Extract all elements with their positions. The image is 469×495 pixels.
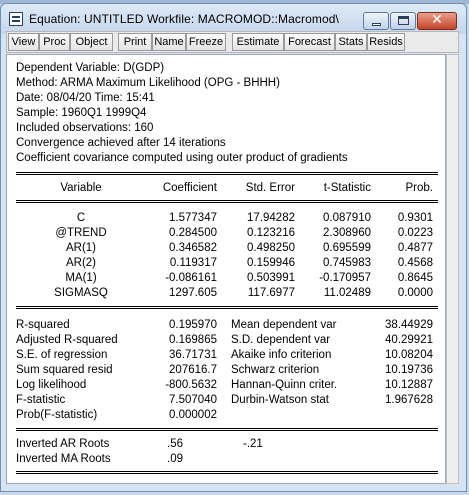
stat-label: R-squared (16, 319, 70, 331)
coefficient-value: 0.346582 (169, 242, 217, 254)
resids-button[interactable]: Resids (367, 33, 405, 51)
stat-value: 0.195970 (169, 319, 217, 331)
covariance-line: Coefficient covariance computed using ou… (16, 152, 348, 164)
stat-value: 10.08204 (385, 349, 433, 361)
window-bottom-edge (6, 484, 459, 488)
view-button[interactable]: View (8, 33, 39, 51)
close-button[interactable]: ✕ (417, 12, 457, 30)
title-bar[interactable]: Equation: UNTITLED Workfile: MACROMOD::M… (1, 4, 466, 34)
ma-root-value: .09 (167, 453, 183, 465)
table-rule (16, 428, 438, 429)
variable-name: C (76, 212, 86, 224)
stat-label: Hannan-Quinn criter. (231, 379, 338, 391)
ar-root-value: -.21 (243, 438, 263, 450)
maximize-icon (398, 16, 409, 25)
object-button[interactable]: Object (70, 33, 113, 51)
stat-value: 40.29921 (385, 334, 433, 346)
coefficient-value: -0.086161 (165, 272, 217, 284)
vertical-scrollbar[interactable] (446, 54, 459, 484)
ar-root-value: .56 (167, 438, 183, 450)
variable-name: AR(1) (65, 242, 97, 254)
inverted-ma-roots-label: Inverted MA Roots (16, 453, 111, 465)
stat-value: 1.967628 (385, 394, 433, 406)
prob-value: 0.0000 (397, 287, 433, 299)
table-rule (16, 473, 438, 474)
name-button[interactable]: Name (152, 33, 186, 51)
stat-value: 10.19736 (385, 364, 433, 376)
stat-label: Mean dependent var (231, 319, 337, 331)
table-rule (16, 174, 438, 175)
stat-value: 0.169865 (169, 334, 217, 346)
coefficient-value: 1297.605 (169, 287, 217, 299)
coefficient-value: 0.119317 (169, 257, 217, 269)
column-header-variable: Variable (60, 182, 102, 194)
std-error-value: 0.498250 (247, 242, 295, 254)
coefficient-value: 0.284500 (169, 227, 217, 239)
std-error-value: 17.94282 (247, 212, 295, 224)
equation-window-icon[interactable] (9, 12, 23, 26)
stat-label: Schwarz criterion (231, 364, 320, 376)
stat-value: -800.5632 (165, 379, 217, 391)
minimize-button[interactable] (363, 12, 389, 30)
variable-name: AR(2) (65, 257, 97, 269)
table-rule (16, 430, 438, 431)
stat-label: Log likelihood (16, 379, 87, 391)
stat-value: 10.12887 (385, 379, 433, 391)
inverted-ar-roots-label: Inverted AR Roots (16, 438, 110, 450)
window-title: Equation: UNTITLED Workfile: MACROMOD::M… (29, 12, 339, 26)
stat-label: F-statistic (16, 394, 66, 406)
print-button[interactable]: Print (118, 33, 152, 51)
observations-line: Included observations: 160 (16, 122, 154, 134)
stat-label: Sum squared resid (16, 364, 113, 376)
table-rule (16, 202, 438, 203)
table-rule (16, 471, 438, 472)
maximize-button[interactable] (390, 12, 416, 30)
column-header-coefficient: Coefficient (162, 182, 217, 194)
freeze-button[interactable]: Freeze (186, 33, 226, 51)
close-icon: ✕ (431, 12, 443, 28)
stat-label: Akaike info criterion (231, 349, 332, 361)
method-line: Method: ARMA Maximum Likelihood (OPG - B… (16, 77, 280, 89)
stat-value: 207616.7 (169, 364, 217, 376)
table-rule (16, 172, 438, 173)
prob-value: 0.9301 (397, 212, 433, 224)
stat-value: 36.71731 (169, 349, 217, 361)
stat-value: 38.44929 (385, 319, 433, 331)
dependent-variable-line: Dependent Variable: D(GDP) (16, 62, 165, 74)
column-header-std-error: Std. Error (245, 182, 295, 194)
prob-value: 0.8645 (397, 272, 433, 284)
std-error-value: 0.123216 (247, 227, 295, 239)
table-rule (16, 306, 438, 307)
prob-value: 0.0223 (397, 227, 433, 239)
column-header-prob: Prob. (405, 182, 434, 194)
convergence-line: Convergence achieved after 14 iterations (16, 137, 226, 149)
stat-label: S.D. dependent var (231, 334, 331, 346)
prob-value: 0.4568 (397, 257, 433, 269)
std-error-value: 0.159946 (247, 257, 295, 269)
variable-name: MA(1) (65, 272, 97, 284)
equation-toolbar: View Proc Object Print Name Freeze Estim… (6, 31, 459, 53)
variable-name: SIGMASQ (54, 287, 108, 299)
stat-value: 7.507040 (169, 394, 217, 406)
std-error-value: 0.503991 (247, 272, 295, 284)
coefficient-value: 1.577347 (169, 212, 217, 224)
table-rule (16, 308, 438, 309)
prob-value: 0.4877 (397, 242, 433, 254)
date-line: Date: 08/04/20 Time: 15:41 (16, 92, 155, 104)
proc-button[interactable]: Proc (39, 33, 70, 51)
table-rule (16, 200, 438, 201)
estimate-button[interactable]: Estimate (232, 33, 284, 51)
stat-label: Adjusted R-squared (16, 334, 118, 346)
estimation-output[interactable]: Dependent Variable: D(GDP) Method: ARMA … (6, 54, 446, 484)
forecast-button[interactable]: Forecast (284, 33, 335, 51)
stat-label: Prob(F-statistic) (16, 409, 98, 421)
stat-label: S.E. of regression (16, 349, 108, 361)
stats-button[interactable]: Stats (335, 33, 367, 51)
stat-value: 0.000002 (169, 409, 217, 421)
stat-label: Durbin-Watson stat (231, 394, 329, 406)
minimize-icon (372, 23, 381, 26)
variable-name: @TREND (55, 227, 107, 239)
sample-line: Sample: 1960Q1 1999Q4 (16, 107, 147, 119)
std-error-value: 117.6977 (247, 287, 295, 299)
